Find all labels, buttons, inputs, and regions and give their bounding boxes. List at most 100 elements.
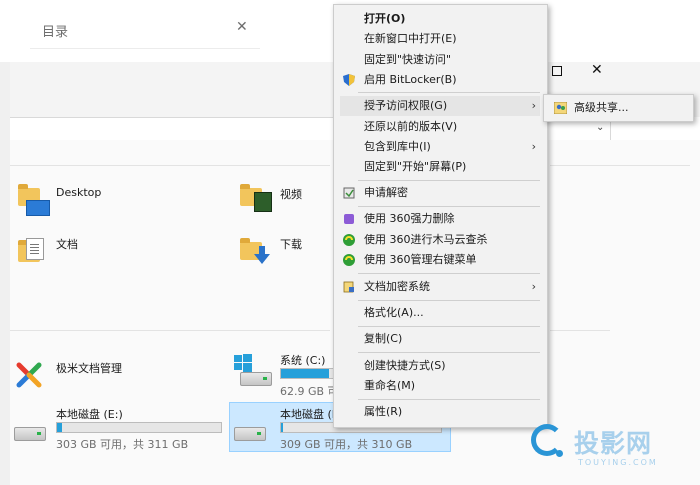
maximize-icon[interactable] <box>552 66 562 76</box>
shield-icon <box>343 74 355 86</box>
menu-item-label: 复制(C) <box>364 332 403 345</box>
menu-item-label: 申请解密 <box>364 186 408 199</box>
menu-item-copy[interactable]: 复制(C) <box>340 329 540 349</box>
menu-item-label: 打开(O) <box>364 12 406 25</box>
drive-free-space: 309 GB 可用，共 310 GB <box>280 438 413 451</box>
app-tile-xgimi[interactable]: 极米文档管理 <box>14 358 194 392</box>
menu-item-label: 使用 360进行木马云查杀 <box>364 233 488 246</box>
menu-item-rename[interactable]: 重命名(M) <box>340 376 540 396</box>
drive-label: 本地磁盘 (E:) <box>56 408 123 421</box>
drive-usage-fill <box>281 369 329 378</box>
menu-separator <box>358 300 540 301</box>
toc-label: 目录 <box>42 25 69 40</box>
submenu-item-advanced-sharing[interactable]: 高级共享... <box>548 99 688 117</box>
menu-item-label: 启用 BitLocker(B) <box>364 73 457 86</box>
menu-item-bitlocker[interactable]: 启用 BitLocker(B) <box>340 70 540 90</box>
folder-tile-videos[interactable]: 视频 <box>240 184 330 220</box>
window-close-icon[interactable]: ✕ <box>591 62 603 78</box>
xgimi-logo-icon <box>16 362 42 388</box>
drive-usage-bar <box>56 422 222 433</box>
folder-tile-documents[interactable]: 文档 <box>18 236 158 270</box>
menu-item-label: 固定到"开始"屏幕(P) <box>364 160 467 173</box>
watermark-logo-dot <box>556 450 563 457</box>
folder-label: Desktop <box>56 186 102 199</box>
menu-item-open[interactable]: 打开(O) <box>340 9 540 29</box>
menu-separator <box>358 273 540 274</box>
menu-item-pin-quick-access[interactable]: 固定到"快速访问" <box>340 50 540 70</box>
app-label: 极米文档管理 <box>56 362 122 375</box>
chevron-right-icon: › <box>531 280 536 293</box>
download-arrow-icon <box>254 246 270 264</box>
chevron-down-icon[interactable]: ⌄ <box>596 122 604 133</box>
menu-item-request-decrypt[interactable]: 申请解密 <box>340 183 540 203</box>
menu-item-360-delete[interactable]: 使用 360强力删除 <box>340 209 540 229</box>
menu-item-open-new-window[interactable]: 在新窗口中打开(E) <box>340 29 540 49</box>
menu-item-label: 属性(R) <box>364 405 403 418</box>
menu-item-format[interactable]: 格式化(A)... <box>340 303 540 323</box>
chevron-right-icon: › <box>531 140 536 153</box>
menu-item-label: 使用 360强力删除 <box>364 212 455 225</box>
menu-item-create-shortcut[interactable]: 创建快捷方式(S) <box>340 356 540 376</box>
menu-item-give-access[interactable]: 授予访问权限(G) › <box>340 96 540 116</box>
menu-item-label: 固定到"快速访问" <box>364 53 452 66</box>
hard-drive-icon <box>14 427 46 441</box>
users-share-icon <box>554 102 567 114</box>
encrypt-system-icon <box>343 281 354 293</box>
drive-label: 系统 (C:) <box>280 354 326 367</box>
toc-divider <box>30 48 260 49</box>
hard-drive-icon <box>234 427 266 441</box>
monitor-icon <box>26 200 50 216</box>
drive-usage-fill <box>57 423 62 432</box>
windows-logo-icon <box>234 354 252 372</box>
menu-item-label: 使用 360管理右键菜单 <box>364 253 477 266</box>
chevron-right-icon: › <box>531 99 536 112</box>
watermark-subtext: TOUYING.COM <box>578 458 658 467</box>
film-icon <box>254 192 272 212</box>
toc-close-icon[interactable]: ✕ <box>236 19 248 35</box>
folder-label: 文档 <box>56 238 78 251</box>
menu-separator <box>358 326 540 327</box>
menu-item-restore-versions[interactable]: 还原以前的版本(V) <box>340 117 540 137</box>
drive-tile-c[interactable]: 系统 (C:) 62.9 GB 可用 <box>232 350 342 414</box>
menu-item-label: 包含到库中(I) <box>364 140 431 153</box>
360-delete-icon <box>344 214 354 224</box>
drive-usage-fill <box>281 423 283 432</box>
menu-item-label: 文档加密系统 <box>364 280 430 293</box>
watermark-text: 投影网 <box>574 429 653 458</box>
drive-tile-e[interactable]: 本地磁盘 (E:) 303 GB 可用，共 311 GB <box>12 405 227 451</box>
menu-item-label: 创建快捷方式(S) <box>364 359 446 372</box>
drive-free-space: 303 GB 可用，共 311 GB <box>56 438 189 451</box>
submenu-item-label: 高级共享... <box>574 101 629 114</box>
menu-item-label: 格式化(A)... <box>364 306 424 319</box>
section-divider <box>10 165 330 166</box>
menu-item-include-library[interactable]: 包含到库中(I) › <box>340 137 540 157</box>
menu-item-pin-start[interactable]: 固定到"开始"屏幕(P) <box>340 157 540 177</box>
menu-item-label: 授予访问权限(G) <box>364 99 448 112</box>
menu-separator <box>358 399 540 400</box>
section-divider <box>10 330 330 331</box>
section-divider <box>550 165 690 166</box>
document-icon <box>26 238 44 260</box>
folder-label: 视频 <box>280 188 302 201</box>
menu-item-doc-encrypt-system[interactable]: 文档加密系统 › <box>340 277 540 297</box>
decrypt-icon <box>343 187 355 199</box>
menu-separator <box>358 206 540 207</box>
menu-separator <box>358 92 540 93</box>
360-menu-icon <box>343 254 355 266</box>
menu-separator <box>358 180 540 181</box>
folder-label: 下载 <box>280 238 302 251</box>
360-scan-icon <box>343 234 355 246</box>
section-divider <box>550 330 610 331</box>
menu-item-360-menu[interactable]: 使用 360管理右键菜单 <box>340 250 540 270</box>
menu-item-properties[interactable]: 属性(R) <box>340 402 540 422</box>
menu-separator <box>358 352 540 353</box>
folder-tile-downloads[interactable]: 下载 <box>240 236 330 270</box>
menu-item-label: 重命名(M) <box>364 379 416 392</box>
drive-label: 本地磁盘 (F <box>280 408 339 421</box>
menu-item-label: 在新窗口中打开(E) <box>364 32 457 45</box>
menu-item-360-scan[interactable]: 使用 360进行木马云查杀 <box>340 230 540 250</box>
explorer-left-gutter <box>0 62 10 485</box>
folder-tile-desktop[interactable]: Desktop <box>18 184 158 220</box>
hard-drive-icon <box>240 372 272 386</box>
menu-item-label: 还原以前的版本(V) <box>364 120 458 133</box>
